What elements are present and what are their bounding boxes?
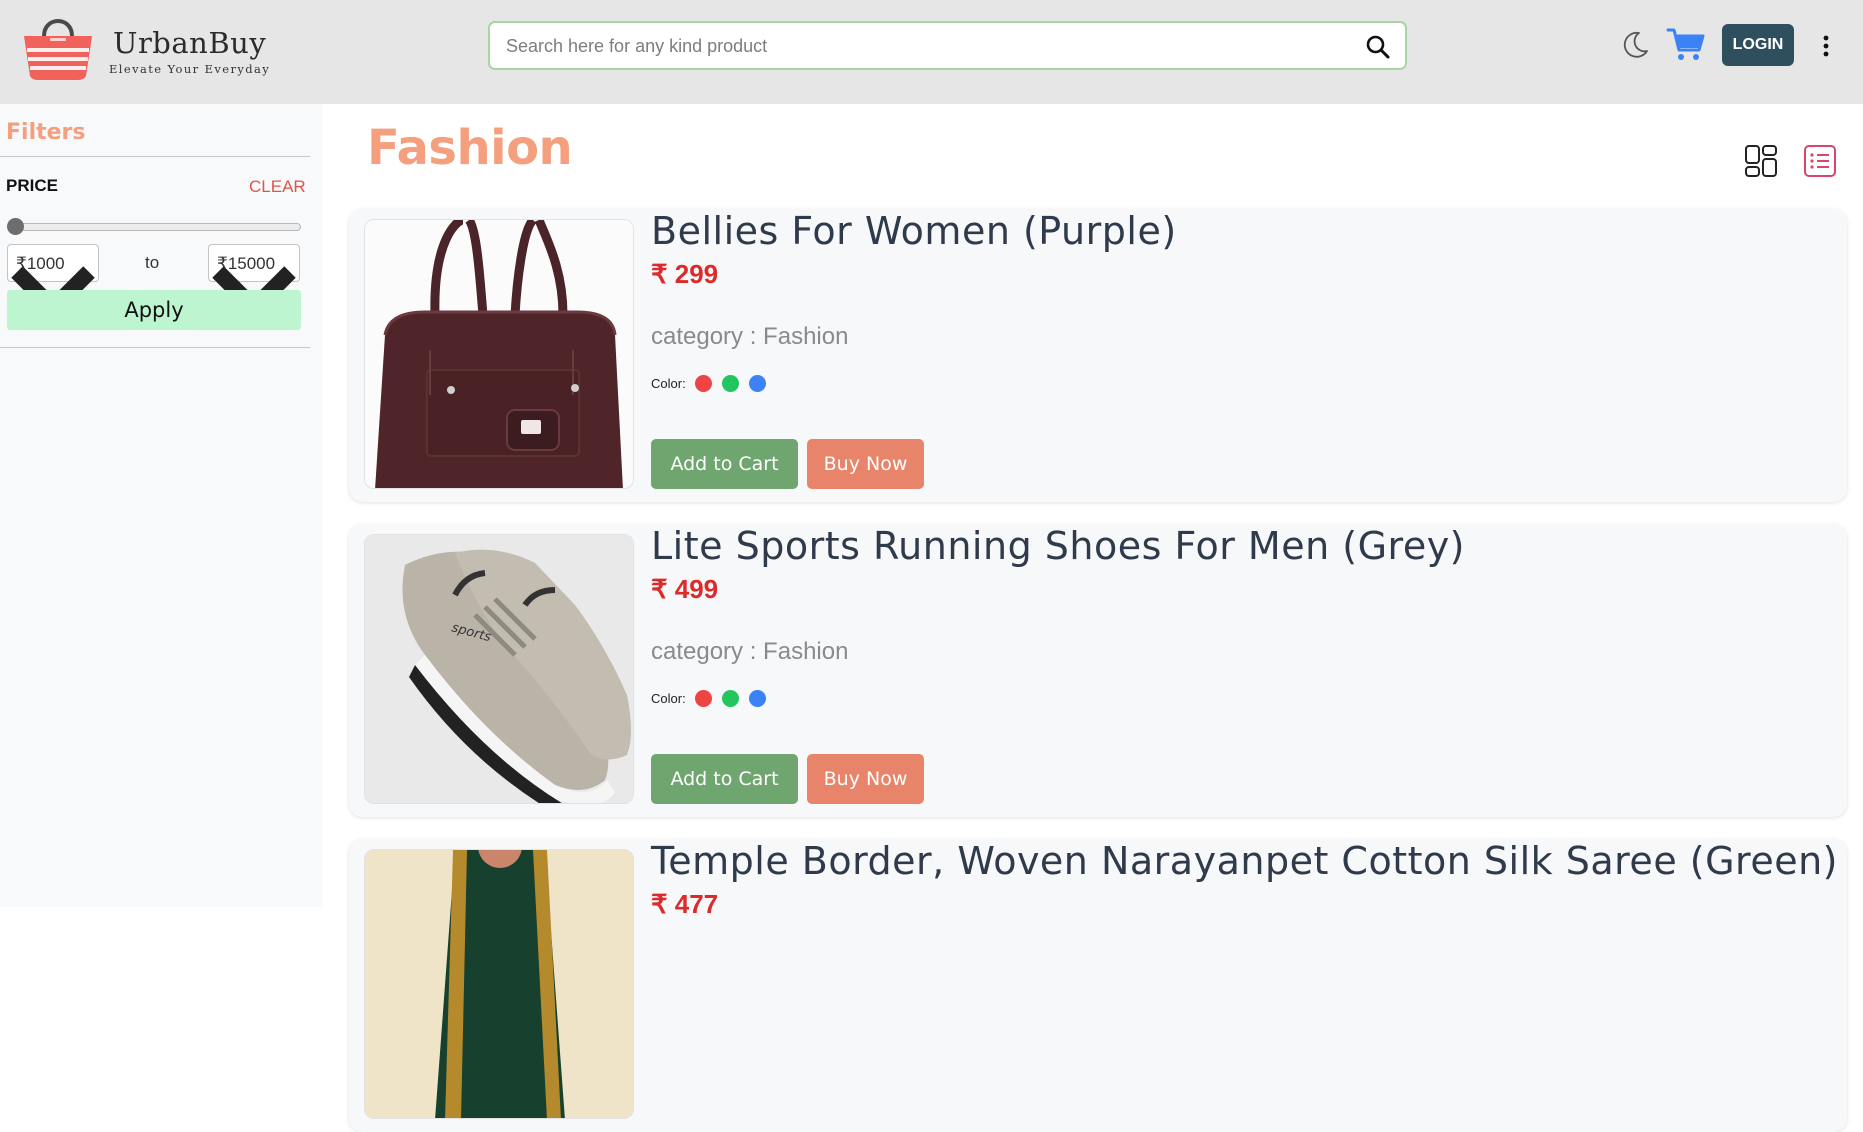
color-swatch-blue[interactable] (749, 690, 766, 707)
product-price: ₹ 299 (651, 259, 719, 289)
min-price-select[interactable]: ₹1000 (7, 244, 99, 320)
color-swatch-blue[interactable] (749, 375, 766, 392)
login-button[interactable]: LOGIN (1722, 24, 1794, 66)
product-image[interactable]: sports (364, 534, 634, 804)
brand-tagline: Elevate Your Everyday (109, 62, 271, 76)
product-price: ₹ 477 (651, 889, 719, 919)
divider (0, 347, 310, 348)
product-image[interactable] (364, 219, 634, 489)
shopping-bag-logo-icon[interactable] (20, 10, 96, 82)
list-view-icon[interactable] (1803, 144, 1837, 178)
buy-now-button[interactable]: Buy Now (807, 754, 924, 804)
buy-now-button[interactable]: Buy Now (807, 439, 924, 489)
product-title[interactable]: Temple Border, Woven Narayanpet Cotton S… (651, 839, 1838, 883)
search-input[interactable] (506, 33, 1326, 59)
search-bar (488, 21, 1407, 70)
filters-title: Filters (6, 120, 86, 145)
product-card[interactable]: Temple Border, Woven Narayanpet Cotton S… (349, 839, 1847, 1132)
sneaker-image-icon: sports (365, 535, 633, 803)
price-slider-track[interactable] (10, 223, 301, 231)
product-category: category : Fashion (651, 323, 849, 350)
clear-filters-button[interactable]: CLEAR (249, 177, 306, 197)
to-label: to (145, 253, 160, 272)
cart-icon[interactable] (1666, 26, 1706, 62)
divider (0, 156, 310, 157)
add-to-cart-button[interactable]: Add to Cart (651, 754, 798, 804)
product-card[interactable]: sports Lite Sports Running Shoes For Men… (349, 524, 1847, 817)
min-price-value: ₹1000 (16, 254, 65, 273)
color-label: Color: (651, 376, 686, 391)
product-category: category : Fashion (651, 638, 849, 665)
product-image[interactable] (364, 849, 634, 1119)
product-card[interactable]: Bellies For Women (Purple) ₹ 299 categor… (349, 209, 1847, 502)
product-title[interactable]: Lite Sports Running Shoes For Men (Grey) (651, 524, 1465, 568)
max-price-value: ₹15000 (217, 254, 276, 273)
search-icon[interactable] (1365, 34, 1391, 60)
color-swatch-green[interactable] (722, 375, 739, 392)
add-to-cart-button[interactable]: Add to Cart (651, 439, 798, 489)
saree-image-icon (365, 850, 633, 1118)
more-options-kebab-icon[interactable] (1816, 34, 1836, 58)
product-price: ₹ 499 (651, 574, 719, 604)
price-label: PRICE (6, 176, 58, 195)
category-title: Fashion (367, 120, 573, 176)
product-listing: Fashion Bellies For Women (Purple) ₹ 299… (323, 104, 1863, 1132)
dark-mode-moon-icon[interactable] (1620, 30, 1650, 60)
max-price-select[interactable]: ₹15000 (208, 244, 300, 320)
handbag-image-icon (365, 220, 633, 488)
color-swatch-red[interactable] (695, 375, 712, 392)
apply-filters-button[interactable]: Apply (7, 290, 301, 330)
brand-name[interactable]: UrbanBuy (113, 26, 266, 60)
color-swatch-green[interactable] (722, 690, 739, 707)
product-title[interactable]: Bellies For Women (Purple) (651, 209, 1177, 253)
header: UrbanBuy Elevate Your Everyday LOGIN (0, 0, 1863, 104)
color-swatch-red[interactable] (695, 690, 712, 707)
color-label: Color: (651, 691, 686, 706)
price-slider-thumb[interactable] (7, 218, 24, 235)
grid-view-icon[interactable] (1744, 144, 1778, 178)
filters-sidebar: Filters PRICE CLEAR ₹1000 to ₹15000 Appl… (0, 104, 323, 907)
